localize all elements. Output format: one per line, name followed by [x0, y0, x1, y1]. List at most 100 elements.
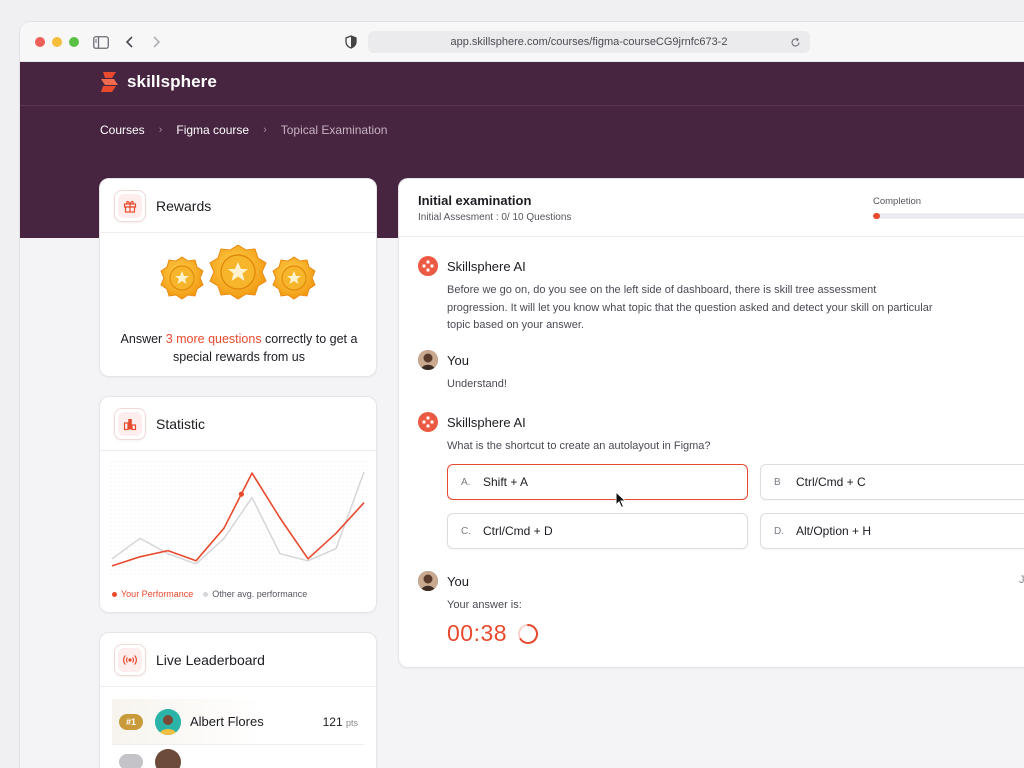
- exam-subtitle: Initial Assesment : 0/ 10 Questions: [418, 212, 572, 223]
- legend-label-other: Other avg. performance: [212, 589, 308, 599]
- answer-option-b[interactable]: B Ctrl/Cmd + C: [760, 464, 1024, 500]
- completion-label: Completion: [873, 196, 922, 207]
- exam-panel: Initial examination Initial Assesment : …: [398, 178, 1024, 668]
- chat-message: You Understand!: [418, 350, 937, 394]
- leaderboard-row-partial[interactable]: [112, 747, 364, 768]
- statistic-title: Statistic: [156, 415, 206, 432]
- rank-badge: #1: [119, 713, 143, 730]
- browser-window: app.skillsphere.com/courses/figma-course…: [20, 22, 1024, 768]
- points-value: 121: [322, 714, 343, 729]
- message-text: Your answer is:: [447, 599, 522, 611]
- leaderboard-name: Albert Flores: [190, 714, 264, 729]
- address-bar[interactable]: app.skillsphere.com/courses/figma-course…: [368, 31, 810, 53]
- broadcast-icon: [114, 643, 146, 676]
- completion-progress-fill: [873, 213, 880, 219]
- rank-badge: [119, 754, 143, 768]
- url-text: app.skillsphere.com/courses/figma-course…: [450, 36, 728, 48]
- answer-option-a[interactable]: A. Shift + A: [447, 464, 748, 500]
- rewards-text-before: Answer: [120, 332, 166, 346]
- chat-message: Skillsphere AI What is the shortcut to c…: [418, 412, 937, 456]
- option-key: D.: [774, 525, 784, 537]
- answer-timer: 00:38: [447, 620, 539, 647]
- points-unit: pts: [345, 717, 358, 728]
- shield-icon[interactable]: [344, 33, 358, 51]
- brand-name: skillsphere: [127, 72, 217, 91]
- rewards-header: Rewards: [100, 179, 376, 233]
- avatar: [418, 350, 438, 370]
- browser-toolbar: app.skillsphere.com/courses/figma-course…: [20, 22, 1024, 62]
- message-text: Understand!: [447, 378, 507, 390]
- option-key: A.: [461, 476, 471, 488]
- option-label: Shift + A: [483, 475, 529, 489]
- leaderboard-points: 121 pts: [323, 715, 358, 729]
- rewards-title: Rewards: [156, 197, 212, 214]
- question-text: What is the shortcut to create an autola…: [447, 440, 711, 452]
- chat-message: You Your answer is:: [418, 571, 937, 615]
- rewards-highlight: 3 more questions: [165, 332, 262, 346]
- reload-icon[interactable]: [788, 34, 802, 50]
- completion-progress-bar: [873, 213, 1024, 219]
- breadcrumb-current: Topical Examination: [280, 123, 388, 137]
- message-text: Before we go on, do you see on the left …: [447, 284, 933, 331]
- window-controls: [35, 37, 79, 47]
- gift-icon: [114, 189, 146, 222]
- avatar: [155, 708, 181, 735]
- medal-center-icon: [209, 245, 267, 300]
- answer-option-d[interactable]: D. Alt/Option + H: [760, 513, 1024, 549]
- message-author: Skillsphere AI: [447, 258, 526, 274]
- legend-item-other: Other avg. performance: [203, 589, 307, 599]
- exam-title: Initial examination: [418, 193, 532, 208]
- exam-header: Initial examination Initial Assesment : …: [399, 179, 1024, 237]
- option-key: C.: [461, 525, 471, 537]
- ai-assistant-icon: [418, 256, 438, 276]
- avatar: [418, 571, 438, 591]
- answer-option-c[interactable]: C. Ctrl/Cmd + D: [447, 513, 748, 549]
- option-label: Alt/Option + H: [796, 524, 872, 538]
- chat-message: Skillsphere AI Before we go on, do you s…: [418, 256, 937, 335]
- avatar: [155, 749, 181, 768]
- option-label: Ctrl/Cmd + C: [796, 475, 866, 489]
- bar-chart-icon: [114, 407, 146, 440]
- option-key: B: [774, 476, 781, 488]
- skillsphere-logo-icon: [101, 72, 118, 92]
- leaderboard-title: Live Leaderboard: [156, 651, 265, 668]
- leaderboard-row[interactable]: #1 Albert Flores 121 pts: [112, 699, 364, 745]
- leaderboard-header: Live Leaderboard: [100, 633, 376, 687]
- medal-left-icon: [160, 256, 204, 300]
- breadcrumb-figma-course[interactable]: Figma course: [176, 123, 249, 137]
- chart-legend: Your Performance Other avg. performance: [112, 589, 307, 599]
- maximize-window-button[interactable]: [69, 37, 79, 47]
- timer-spinner-icon: [518, 623, 539, 644]
- option-label: Ctrl/Cmd + D: [483, 524, 553, 538]
- legend-label-you: Your Performance: [121, 589, 194, 599]
- breadcrumb: Courses › Figma course › Topical Examina…: [100, 123, 387, 137]
- forward-arrow-icon[interactable]: [147, 33, 165, 51]
- statistic-card: Statistic Your Performance Other avg. pe…: [99, 396, 377, 613]
- breadcrumb-courses[interactable]: Courses: [100, 123, 145, 137]
- mouse-pointer-icon: [615, 491, 627, 509]
- chart-data-point[interactable]: [238, 491, 244, 497]
- rewards-message: Answer 3 more questions correctly to get…: [110, 330, 368, 366]
- legend-dot-you: [112, 591, 117, 597]
- close-window-button[interactable]: [35, 37, 45, 47]
- rewards-card: Rewards Answer 3 more questions correctl…: [99, 178, 377, 377]
- brand-logo[interactable]: skillsphere: [100, 72, 217, 92]
- sidebar-toggle-icon[interactable]: [92, 33, 110, 51]
- minimize-window-button[interactable]: [52, 37, 62, 47]
- message-author: Skillsphere AI: [447, 414, 526, 430]
- chevron-right-icon: ›: [158, 124, 163, 136]
- message-timestamp-partial: J: [1019, 574, 1024, 586]
- back-arrow-icon[interactable]: [121, 33, 139, 51]
- statistic-header: Statistic: [100, 397, 376, 451]
- chart-grid-background: [110, 461, 368, 577]
- reward-medals-illustration: [160, 245, 316, 300]
- header-divider: [20, 105, 1024, 106]
- leaderboard-card: Live Leaderboard #1 Albert Flores 121 pt…: [99, 632, 377, 768]
- chevron-right-icon: ›: [263, 124, 267, 136]
- legend-item-you: Your Performance: [112, 589, 193, 599]
- ai-assistant-icon: [418, 412, 438, 432]
- timer-value: 00:38: [447, 620, 508, 646]
- message-author: You: [447, 573, 469, 589]
- message-author: You: [447, 352, 469, 368]
- performance-chart: [110, 461, 368, 577]
